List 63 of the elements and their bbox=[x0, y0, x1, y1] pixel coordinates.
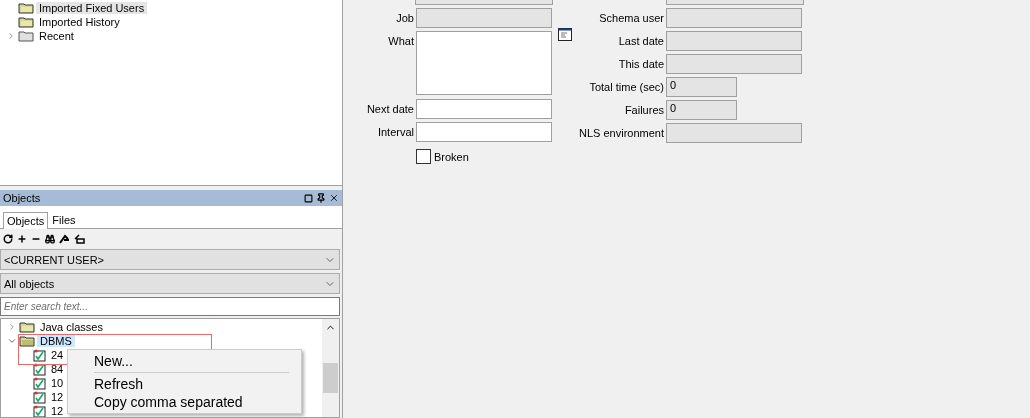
field-label: NLS environment bbox=[578, 126, 664, 141]
refresh-icon[interactable] bbox=[3, 234, 13, 244]
expand-icon[interactable] bbox=[7, 322, 17, 332]
input-field[interactable] bbox=[416, 8, 552, 28]
field-label: This date bbox=[617, 57, 664, 72]
field-label: Interval bbox=[376, 125, 414, 140]
tree-item[interactable]: Recent bbox=[36, 30, 77, 42]
folder-icon bbox=[18, 2, 34, 14]
checklist-icon bbox=[33, 376, 46, 390]
editor-icon[interactable] bbox=[558, 28, 572, 41]
checklist-icon bbox=[33, 362, 46, 376]
input-field[interactable] bbox=[416, 122, 552, 142]
field-label: Next date bbox=[365, 102, 414, 117]
tree-item[interactable]: 10 bbox=[48, 377, 67, 389]
input-field[interactable]: 0 bbox=[666, 100, 737, 120]
close-icon[interactable] bbox=[329, 193, 339, 203]
search-field[interactable]: Enter search text... bbox=[0, 297, 340, 316]
input-field[interactable]: 0 bbox=[666, 77, 737, 97]
input-field[interactable] bbox=[666, 54, 802, 74]
folder-icon bbox=[19, 335, 35, 347]
text-area[interactable] bbox=[416, 31, 552, 95]
pin-icon[interactable] bbox=[316, 193, 326, 203]
tab[interactable]: Objects bbox=[3, 212, 49, 229]
checklist-icon bbox=[33, 390, 46, 404]
panel-title: Objects bbox=[3, 192, 41, 204]
checkbox-label: Broken bbox=[434, 150, 469, 163]
field-label: Failures bbox=[623, 103, 664, 118]
expand-icon[interactable] bbox=[6, 31, 16, 41]
tree-item[interactable]: Imported Fixed Users bbox=[36, 2, 148, 14]
menu-item[interactable]: Copy comma separated bbox=[68, 393, 301, 411]
folder-icon bbox=[18, 16, 34, 28]
field-label: Total time (sec) bbox=[588, 80, 664, 95]
menu-item[interactable]: New... bbox=[68, 352, 301, 370]
input-field[interactable] bbox=[666, 31, 802, 51]
folder-icon bbox=[19, 321, 35, 333]
menu-item[interactable]: Refresh bbox=[68, 375, 301, 393]
input-field[interactable] bbox=[666, 123, 802, 143]
field-label: Schema user bbox=[598, 11, 664, 26]
input-field[interactable] bbox=[666, 8, 802, 28]
binoculars-icon[interactable] bbox=[45, 234, 55, 244]
plus-icon[interactable] bbox=[17, 234, 27, 244]
field-label: Last date bbox=[617, 34, 664, 49]
arrow-icon[interactable] bbox=[59, 234, 70, 244]
filter-dropdown[interactable]: All objects bbox=[0, 273, 340, 294]
collapse-icon[interactable] bbox=[7, 336, 17, 346]
checkbox[interactable] bbox=[416, 149, 431, 164]
tree-item[interactable]: 84 bbox=[48, 363, 67, 375]
field-label: Job bbox=[395, 11, 414, 26]
tree-item[interactable]: 12 bbox=[48, 391, 67, 403]
folder-icon bbox=[18, 30, 34, 42]
tree-item[interactable]: 12 bbox=[48, 405, 67, 417]
field-label: What bbox=[387, 34, 414, 49]
tree-item[interactable]: DBMS bbox=[37, 335, 75, 347]
scroll-thumb[interactable] bbox=[323, 363, 338, 393]
input-field[interactable] bbox=[416, 99, 552, 119]
maximize-icon[interactable] bbox=[304, 193, 313, 203]
tree-item[interactable]: Imported History bbox=[36, 16, 123, 28]
folder-arrow-icon[interactable] bbox=[74, 234, 85, 244]
owner-dropdown[interactable]: <CURRENT USER> bbox=[0, 249, 340, 270]
checklist-icon bbox=[33, 348, 46, 362]
scrollbar[interactable] bbox=[322, 319, 339, 417]
tree-item[interactable]: 24 bbox=[48, 349, 67, 361]
tree-item[interactable]: Java classes bbox=[37, 321, 106, 333]
